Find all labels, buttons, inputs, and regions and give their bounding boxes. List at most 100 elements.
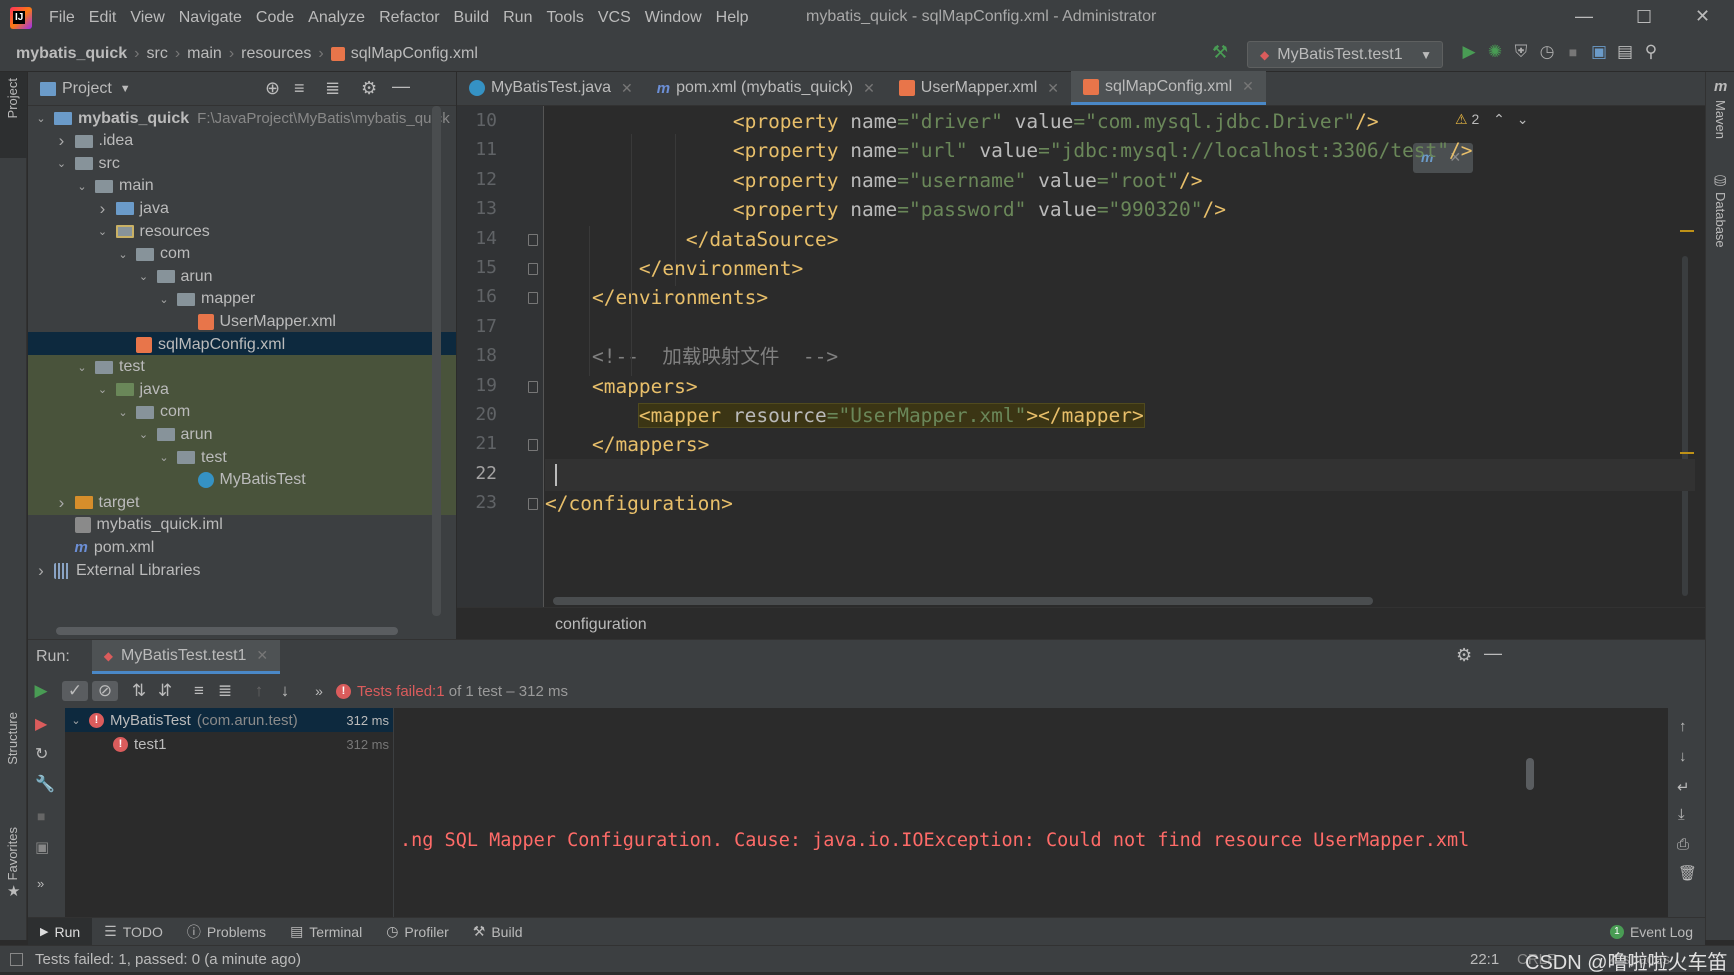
caret-position[interactable]: 22:1 (1470, 951, 1499, 968)
run-tab[interactable]: ◆ MyBatisTest.test1 ✕ (91, 640, 281, 674)
close-icon[interactable]: ✕ (863, 80, 875, 97)
menu-navigate[interactable]: Navigate (172, 9, 249, 27)
tree-item[interactable]: sqlMapConfig.xml (28, 332, 456, 357)
tree-item[interactable]: ⌄ main (28, 174, 456, 199)
chevron-down-icon[interactable]: ⌄ (157, 451, 171, 464)
xml-breadcrumb-configuration[interactable]: configuration (555, 616, 647, 633)
chevron-down-icon[interactable]: ⌄ (116, 248, 130, 261)
structure-tool-tab[interactable]: Structure (5, 712, 20, 765)
tree-item[interactable]: UserMapper.xml (28, 309, 456, 334)
chevron-down-icon[interactable]: ⌄ (69, 714, 83, 727)
menu-code[interactable]: Code (249, 9, 301, 27)
code-line[interactable]: <mapper resource="UserMapper.xml"></mapp… (545, 400, 1695, 432)
code-line[interactable]: <property name="driver" value="com.mysql… (545, 106, 1695, 138)
more-icon[interactable]: » (306, 683, 332, 699)
menu-run[interactable]: Run (496, 9, 539, 27)
layout-icon[interactable]: ▤ (1612, 42, 1638, 62)
event-log-tool-tab[interactable]: 1 Event Log (1598, 924, 1705, 940)
code-line[interactable]: <!-- 加载映射文件 --> (545, 341, 1695, 373)
menu-build[interactable]: Build (447, 9, 497, 27)
chevron-down-icon[interactable]: ⌄ (55, 157, 69, 170)
fold-marker-icon[interactable] (528, 292, 538, 305)
tree-item[interactable]: › java (28, 196, 456, 221)
chevron-down-icon[interactable]: ⌄ (96, 383, 110, 396)
gear-icon[interactable]: ⚙ (1456, 645, 1472, 666)
editor-tab[interactable]: MyBatisTest.java ✕ (457, 71, 645, 105)
code-line[interactable]: <property name="password" value="990320"… (545, 194, 1695, 226)
hide-panel-icon[interactable]: — (1484, 643, 1502, 664)
collapse-all-icon[interactable]: ≣ (325, 78, 340, 99)
scroll-to-end-icon[interactable]: ⤓ (1678, 806, 1685, 823)
menu-file[interactable]: File (42, 9, 82, 27)
fold-marker-icon[interactable] (528, 233, 538, 246)
tree-item[interactable]: ⌄ mybatis_quick F:\JavaProject\MyBatis\myb… (28, 106, 456, 131)
chevron-down-icon[interactable]: ⌄ (96, 225, 110, 238)
chevron-down-icon[interactable]: ⌄ (34, 112, 48, 125)
close-icon[interactable]: ✕ (1242, 78, 1254, 95)
expand-all-icon[interactable]: ≡ (186, 681, 212, 701)
project-tool-tab[interactable]: Project (5, 78, 20, 118)
close-icon[interactable]: ✕ (621, 80, 633, 97)
tree-item[interactable]: mybatis_quick.iml (28, 513, 456, 538)
chevron-down-icon[interactable]: ⌄ (137, 428, 151, 441)
chevron-down-icon[interactable]: ⌄ (137, 270, 151, 283)
favorites-tool-tab[interactable]: Favorites (5, 827, 20, 880)
minimize-icon[interactable]: — (1575, 6, 1593, 27)
expand-all-icon[interactable]: ≡ (294, 78, 305, 99)
rerun-failed-icon[interactable]: ▶ (35, 714, 47, 734)
breadcrumb-main[interactable]: main (187, 45, 222, 63)
close-window-icon[interactable]: ✕ (1695, 6, 1710, 27)
gear-icon[interactable]: ⚙ (361, 78, 377, 99)
run-configuration-select[interactable]: ◆ MyBatisTest.test1 ▼ (1247, 41, 1443, 68)
chevron-down-icon[interactable]: ⌄ (75, 180, 89, 193)
run-tool-tab[interactable]: ▶ Run (28, 917, 93, 946)
menu-refactor[interactable]: Refactor (372, 9, 446, 27)
fold-marker-icon[interactable] (528, 263, 538, 275)
chevron-right-icon[interactable]: › (55, 493, 69, 513)
terminal-tool-tab[interactable]: ▤ Terminal (278, 923, 374, 940)
print-icon[interactable]: ⎙ (1677, 836, 1689, 853)
menu-help[interactable]: Help (709, 9, 756, 27)
up-arrow-icon[interactable]: ↑ (1679, 718, 1687, 735)
stop-icon[interactable]: ■ (37, 808, 45, 824)
horizontal-scrollbar[interactable] (56, 627, 398, 635)
chevron-down-icon[interactable]: ▼ (120, 83, 131, 95)
tree-item[interactable]: ⌄ com (28, 242, 456, 267)
status-message[interactable]: Tests failed: 1, passed: 0 (a minute ago… (35, 951, 301, 968)
tree-item[interactable]: ⌄ resources (28, 219, 456, 244)
breadcrumb-project[interactable]: mybatis_quick (16, 45, 127, 63)
chevron-right-icon[interactable]: › (34, 561, 48, 581)
code-line[interactable] (545, 458, 1695, 491)
console-output[interactable]: .ng SQL Mapper Configuration. Cause: jav… (394, 708, 1684, 918)
chevron-right-icon[interactable]: › (55, 131, 69, 151)
camera-icon[interactable]: ▣ (35, 838, 49, 856)
tree-item[interactable]: MyBatisTest (28, 467, 456, 493)
code-line[interactable]: <property name="username" value="root"/> (545, 165, 1695, 197)
run-icon[interactable]: ▶ (1456, 42, 1482, 62)
chevron-right-icon[interactable]: › (96, 199, 110, 219)
coverage-icon[interactable]: ⛨ (1508, 42, 1534, 62)
close-icon[interactable]: ✕ (1047, 80, 1059, 97)
sort-alphabetically-icon[interactable]: ⇅ (126, 681, 152, 701)
locate-icon[interactable]: ⊕ (265, 78, 280, 99)
show-passed-icon[interactable]: ✓ (62, 681, 88, 701)
editor-tab[interactable]: sqlMapConfig.xml ✕ (1071, 71, 1266, 105)
tree-item[interactable]: › target (28, 490, 456, 516)
menu-tools[interactable]: Tools (539, 9, 590, 27)
tree-item[interactable]: ⌄ test (28, 445, 456, 470)
tree-item[interactable]: › .idea (28, 129, 456, 154)
editor-tab[interactable]: m pom.xml (mybatis_quick) ✕ (645, 71, 887, 105)
wrench-icon[interactable]: 🔧 (35, 774, 55, 794)
code-line[interactable]: </mappers> (545, 429, 1695, 461)
code-line[interactable]: </environment> (545, 253, 1695, 285)
code-line[interactable]: <property name="url" value="jdbc:mysql:/… (545, 135, 1695, 167)
maximize-icon[interactable]: ☐ (1636, 7, 1652, 28)
breadcrumb-src[interactable]: src (146, 45, 167, 63)
menu-view[interactable]: View (123, 9, 171, 27)
tree-item[interactable]: ⌄ java (28, 377, 456, 403)
collapse-all-icon[interactable]: ≣ (212, 681, 238, 701)
editor-tab[interactable]: UserMapper.xml ✕ (887, 71, 1071, 105)
code-line[interactable]: <mappers> (545, 371, 1695, 403)
profiler-tool-tab[interactable]: ◷ Profiler (374, 923, 461, 940)
breadcrumb-file[interactable]: sqlMapConfig.xml (351, 45, 478, 63)
